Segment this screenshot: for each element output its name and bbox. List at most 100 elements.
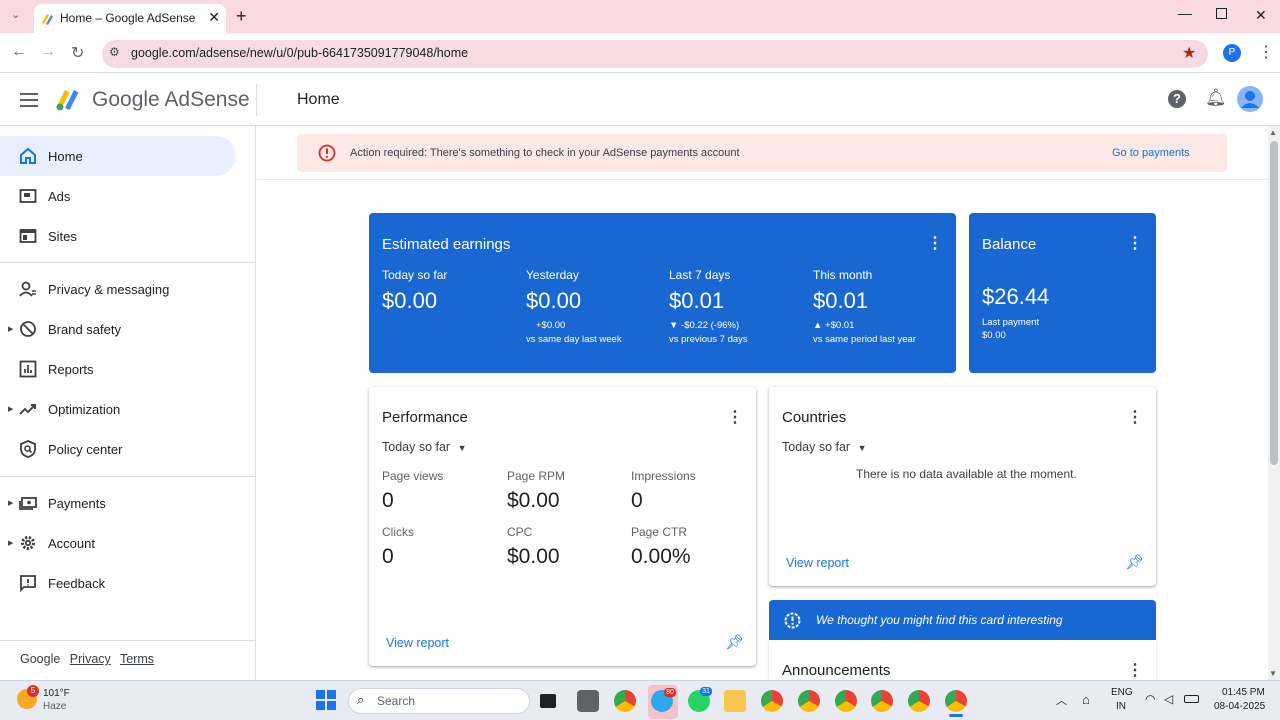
expand-caret-icon[interactable]: ▶ — [8, 405, 13, 413]
sidebar-item-reports[interactable]: Reports — [0, 349, 236, 389]
countries-title: Countries — [782, 409, 847, 426]
chrome-profile-icon[interactable] — [761, 690, 783, 712]
earnings-more-icon[interactable]: ⋮ — [927, 233, 943, 253]
scrollbar-thumb[interactable] — [1270, 141, 1278, 465]
file-explorer-icon[interactable] — [724, 690, 746, 712]
scroll-up-icon[interactable]: ▲ — [1269, 128, 1277, 137]
earnings-yesterday-delta: +$0.00 — [536, 320, 566, 331]
volume-icon[interactable]: ◁ — [1164, 692, 1173, 706]
sidebar-item-ads[interactable]: Ads — [0, 176, 236, 216]
weather-desc: Haze — [43, 701, 67, 712]
pin-icon[interactable]: 📌︎ — [1125, 553, 1144, 571]
expand-caret-icon[interactable]: ▶ — [8, 539, 13, 547]
reload-icon[interactable]: ↻ — [71, 43, 84, 63]
battery-icon[interactable] — [1184, 695, 1199, 703]
weather-temp: 101°F — [43, 688, 70, 699]
metric-label: CPC — [507, 525, 533, 539]
earnings-yesterday-value: $0.00 — [526, 288, 582, 313]
teams-app-icon[interactable] — [577, 690, 599, 712]
footer-terms-link[interactable]: Terms — [120, 652, 154, 666]
interesting-card-text: We thought you might find this card inte… — [816, 613, 1063, 627]
clock-date[interactable]: 08-04-2025 — [1214, 701, 1265, 712]
pin-icon[interactable]: 📌︎ — [725, 633, 744, 651]
sidebar-divider — [0, 476, 256, 477]
region-indicator[interactable]: IN — [1116, 701, 1126, 712]
chrome-profile-icon[interactable] — [798, 690, 820, 712]
countries-view-report-link[interactable]: View report — [786, 556, 849, 570]
balance-value: $26.44 — [982, 284, 1050, 309]
performance-view-report-link[interactable]: View report — [386, 636, 449, 650]
maximize-icon[interactable] — [1216, 8, 1227, 19]
notifications-bell-icon[interactable]: 🔔︎ — [1205, 88, 1227, 108]
expand-caret-icon[interactable]: ▶ — [8, 325, 13, 333]
expand-caret-icon[interactable]: ▶ — [8, 499, 13, 507]
sidebar-item-optimization[interactable]: ▶ Optimization — [0, 389, 236, 429]
url-text[interactable]: google.com/adsense/new/u/0/pub-664173509… — [131, 46, 468, 60]
wifi-icon[interactable]: ◠ — [1145, 692, 1155, 706]
sidebar-item-privacy-messaging[interactable]: Privacy & messaging — [0, 269, 236, 309]
tab-close-icon[interactable]: ✕ — [208, 9, 220, 26]
help-icon[interactable]: ? — [1168, 90, 1186, 108]
network-status-icon[interactable]: ⌂ — [1082, 692, 1090, 707]
clock-time[interactable]: 01:45 PM — [1222, 687, 1265, 698]
account-avatar-icon[interactable] — [1237, 86, 1263, 112]
profile-avatar[interactable]: P — [1223, 44, 1241, 62]
windows-start-icon[interactable] — [316, 690, 336, 710]
back-icon[interactable]: ← — [11, 43, 27, 61]
minimize-icon[interactable]: — — [1178, 5, 1192, 21]
alert-text: Action required: There's something to ch… — [350, 147, 740, 159]
performance-range-dropdown[interactable]: Today so far ▼ — [382, 440, 467, 454]
announcements-more-icon[interactable]: ⋮ — [1127, 660, 1143, 680]
hamburger-menu-icon[interactable] — [20, 93, 38, 107]
bar-chart-icon — [19, 360, 37, 378]
earnings-title: Estimated earnings — [382, 236, 511, 253]
chrome-profile-icon[interactable] — [835, 690, 857, 712]
telegram-badge: 80 — [664, 688, 676, 697]
scroll-down-icon[interactable]: ▼ — [1269, 669, 1277, 678]
balance-more-icon[interactable]: ⋮ — [1127, 233, 1143, 253]
window-close-icon[interactable]: ✕ — [1255, 7, 1267, 24]
metric-value: $0.00 — [507, 545, 560, 568]
header-divider — [256, 84, 257, 116]
go-to-payments-link[interactable]: Go to payments — [1112, 147, 1190, 159]
new-tab-icon[interactable]: + — [236, 6, 247, 27]
sidebar-item-account[interactable]: ▶ Account — [0, 523, 236, 563]
metric-label: Page views — [382, 469, 444, 483]
content-divider — [257, 179, 1268, 180]
sidebar-divider — [0, 262, 256, 263]
taskbar-search[interactable] — [348, 688, 530, 714]
bookmark-star-icon[interactable]: ★ — [1182, 43, 1196, 63]
last-payment-value: $0.00 — [982, 330, 1006, 341]
task-view-icon[interactable] — [540, 694, 556, 708]
sidebar-item-policy-center[interactable]: Policy center — [0, 429, 236, 469]
footer-privacy-link[interactable]: Privacy — [70, 652, 111, 666]
performance-card: Performance ⋮ Today so far ▼ Page views … — [369, 387, 756, 666]
tab-search-chevron-icon[interactable]: ⌄ — [11, 8, 20, 21]
block-icon — [20, 321, 36, 337]
show-hidden-icons-icon[interactable]: ︿ — [1056, 692, 1067, 708]
performance-more-icon[interactable]: ⋮ — [727, 407, 743, 427]
earnings-yesterday-note: vs same day last week — [526, 334, 622, 345]
last-payment-label: Last payment — [982, 317, 1040, 328]
sidebar-footer: Google Privacy Terms — [20, 652, 160, 666]
browser-menu-icon[interactable]: ⋮ — [1258, 42, 1274, 62]
sidebar-item-home[interactable]: Home — [0, 136, 236, 176]
chrome-app-icon[interactable] — [614, 690, 636, 712]
countries-more-icon[interactable]: ⋮ — [1127, 407, 1143, 427]
forward-icon[interactable]: → — [40, 43, 56, 61]
chrome-profile-icon[interactable] — [908, 690, 930, 712]
language-indicator[interactable]: ENG — [1111, 687, 1133, 698]
sidebar-item-sites[interactable]: Sites — [0, 216, 236, 256]
countries-range-dropdown[interactable]: Today so far ▼ — [782, 440, 867, 454]
sidebar-item-brand-safety[interactable]: ▶ Brand safety — [0, 309, 236, 349]
browser-tab[interactable]: Home – Google AdSense ✕ — [34, 4, 226, 33]
countries-card: Countries ⋮ Today so far ▼ There is no d… — [769, 387, 1156, 586]
sidebar-item-payments[interactable]: ▶ Payments — [0, 483, 236, 523]
earnings-7days-label: Last 7 days — [669, 268, 731, 282]
chrome-active-profile-icon[interactable] — [945, 690, 967, 712]
sidebar-item-feedback[interactable]: Feedback — [0, 563, 236, 603]
chrome-profile-icon[interactable] — [871, 690, 893, 712]
site-info-icon[interactable]: ⚙ — [109, 45, 120, 59]
adsense-favicon-icon — [42, 14, 53, 25]
tab-title: Home – Google AdSense — [60, 11, 196, 25]
